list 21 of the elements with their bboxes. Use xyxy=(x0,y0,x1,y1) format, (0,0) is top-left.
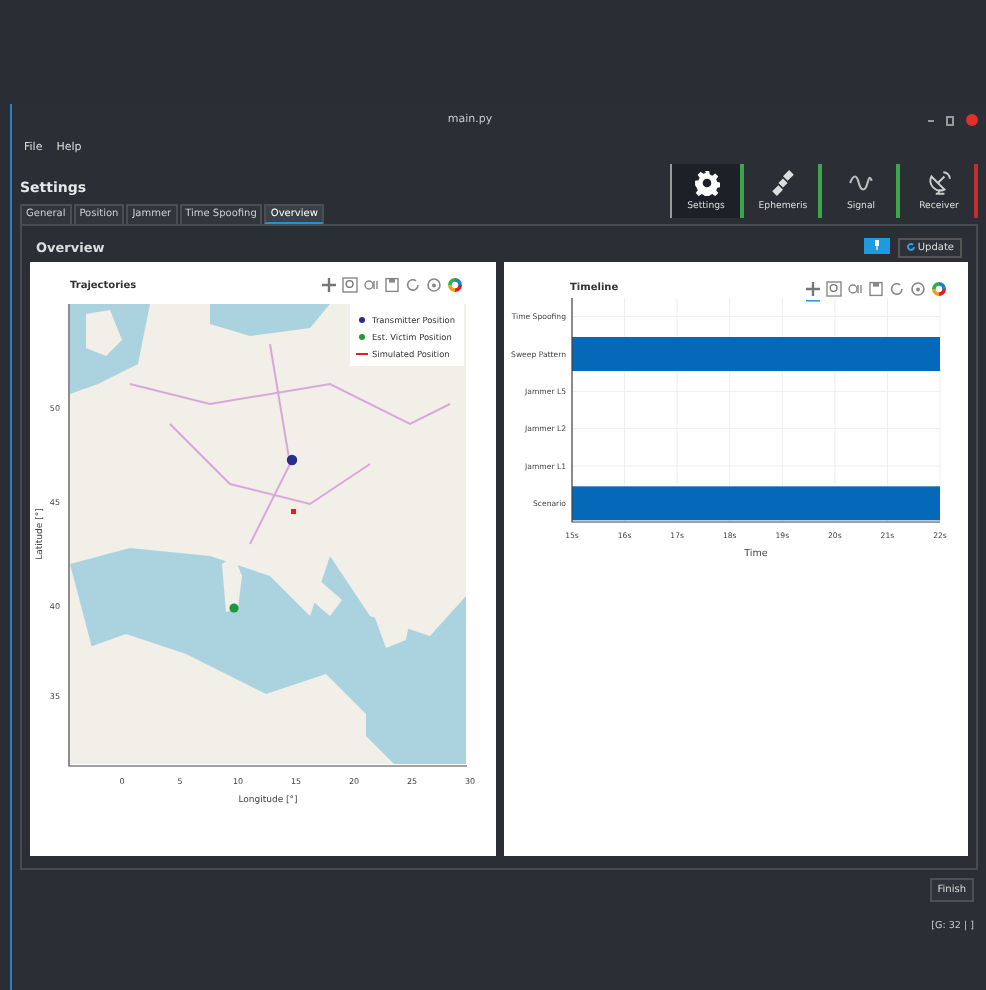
active-tool-indicator xyxy=(805,300,819,302)
pin-icon xyxy=(873,240,880,250)
zoom-icon[interactable] xyxy=(342,277,358,293)
save-icon[interactable] xyxy=(868,281,882,297)
reset-icon[interactable] xyxy=(889,282,902,295)
pin-button[interactable] xyxy=(863,237,890,253)
zoom-icon[interactable] xyxy=(825,281,841,297)
gear-icon xyxy=(693,170,719,196)
maximize-icon[interactable] xyxy=(946,115,954,125)
logo-icon[interactable] xyxy=(448,278,462,292)
move-icon[interactable] xyxy=(803,280,821,298)
close-icon[interactable] xyxy=(966,114,978,126)
satellite-icon xyxy=(770,170,796,196)
dish-antenna-icon xyxy=(926,170,952,196)
legend-background xyxy=(350,304,464,366)
move-icon[interactable] xyxy=(320,276,338,294)
logo-icon[interactable] xyxy=(931,282,945,296)
refresh-icon xyxy=(905,242,916,252)
save-icon[interactable] xyxy=(385,277,399,293)
wave-icon xyxy=(848,170,874,196)
reset-icon[interactable] xyxy=(406,278,419,291)
